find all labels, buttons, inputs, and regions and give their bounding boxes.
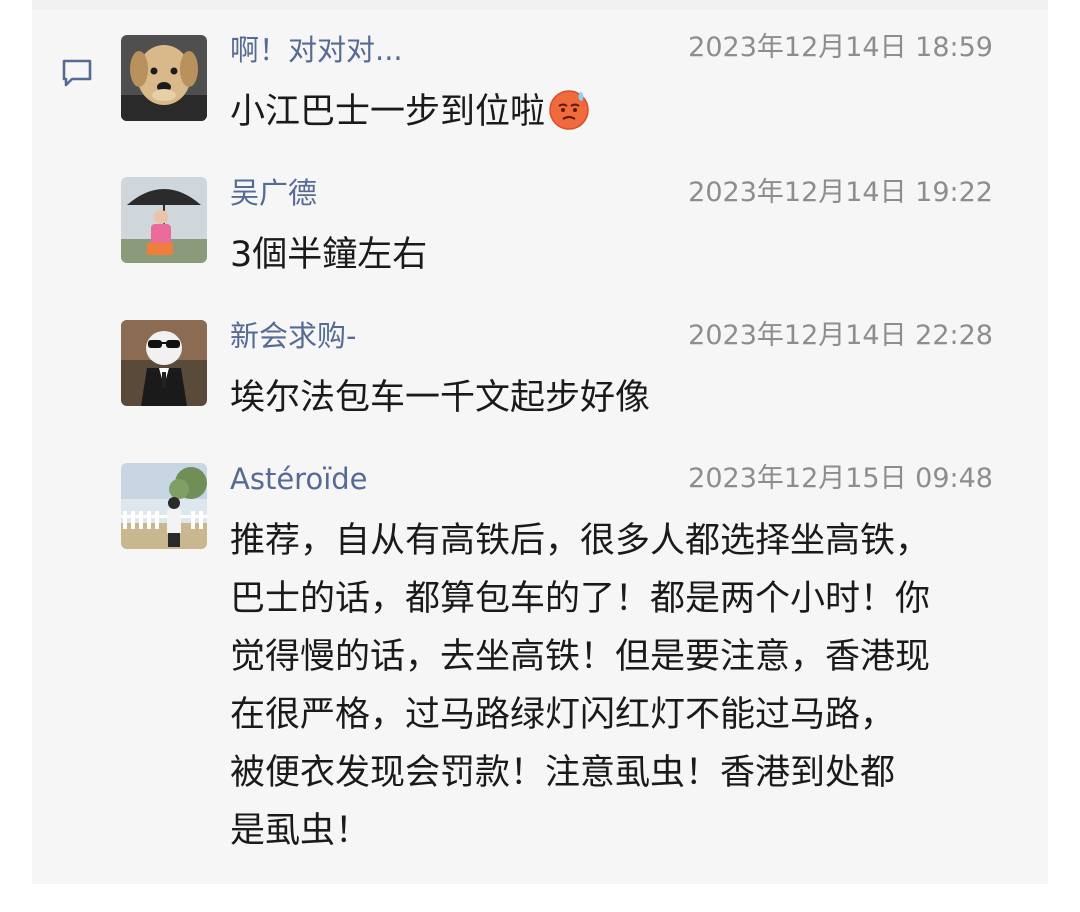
comment-text: 小江巴士一步到位啦 bbox=[230, 83, 1000, 141]
comment-text-line: 觉得慢的话，去坐高铁！但是要注意，香港现 bbox=[230, 637, 931, 677]
comment-text: 埃尔法包车一千文起步好像 bbox=[230, 378, 651, 418]
outdoor-fence-avatar[interactable] bbox=[121, 463, 207, 549]
comment-text-line: 被便衣发现会罚款！注意虱虫！香港到处都 bbox=[230, 753, 896, 793]
comment-text: 推荐，自从有高铁后，很多人都选择坐高铁， 巴士的话，都算包车的了！都是两个小时！… bbox=[230, 512, 1000, 860]
sweat-face-emoji bbox=[549, 90, 589, 130]
cat-suit-avatar[interactable] bbox=[121, 320, 207, 406]
timestamp: 2023年12月15日 09:48 bbox=[688, 463, 993, 494]
timestamp: 2023年12月14日 18:59 bbox=[688, 32, 993, 63]
nickname[interactable]: 吴广德 bbox=[230, 175, 317, 211]
timestamp: 2023年12月14日 22:28 bbox=[688, 320, 993, 351]
timestamp: 2023年12月14日 19:22 bbox=[688, 177, 993, 208]
comment-text-line: 推荐，自从有高铁后，很多人都选择坐高铁， bbox=[230, 521, 931, 561]
comment-section: 啊！对对对... 2023年12月14日 18:59 小江巴士一步到位啦 吴广德… bbox=[32, 0, 1048, 884]
nickname[interactable]: 新会求购- bbox=[230, 318, 356, 354]
comment-text-line: 巴士的话，都算包车的了！都是两个小时！你 bbox=[230, 579, 931, 619]
panel-top-edge bbox=[32, 0, 1048, 10]
comment-text-content: 小江巴士一步到位啦 bbox=[230, 92, 546, 132]
girl-umbrella-avatar[interactable] bbox=[121, 177, 207, 263]
nickname[interactable]: 啊！对对对... bbox=[230, 32, 403, 68]
comment-text: 3個半鐘左右 bbox=[230, 235, 428, 275]
nickname[interactable]: Astéroïde bbox=[230, 461, 368, 497]
dog-avatar[interactable] bbox=[121, 35, 207, 121]
comment-text-line: 是虱虫！ bbox=[230, 811, 371, 851]
comment-text-line: 在很严格，过马路绿灯闪红灯不能过马路， bbox=[230, 695, 896, 735]
comment-icon[interactable] bbox=[60, 56, 94, 90]
